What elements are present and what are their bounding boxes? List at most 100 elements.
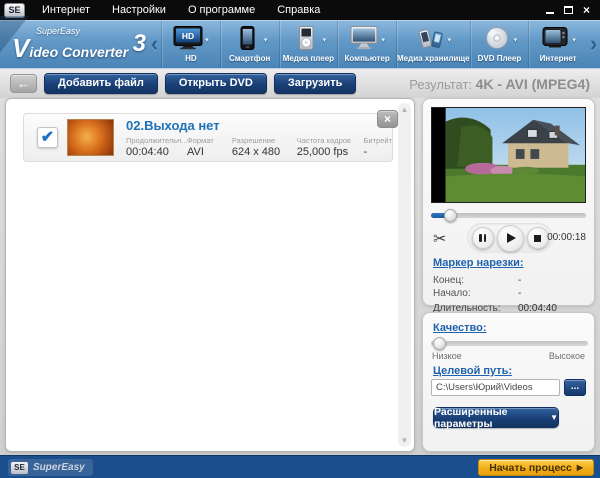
- stop-icon: [534, 234, 541, 242]
- target-path-link[interactable]: Целевой путь:: [433, 365, 512, 377]
- back-button[interactable]: ←: [10, 74, 37, 93]
- playback-controls: ✂ 00:00:18: [431, 223, 586, 253]
- seek-slider[interactable]: [431, 209, 586, 222]
- quality-high-label: Высокое: [548, 351, 585, 361]
- pause-button[interactable]: [471, 227, 494, 249]
- toolbar-item-media-player[interactable]: ▾ Медиа плеер: [278, 20, 338, 68]
- toolbar-item-dvd-player[interactable]: ▾ DVD Плеер: [469, 20, 529, 68]
- toolbar-label: Интернет: [539, 54, 577, 63]
- quality-track[interactable]: [431, 341, 588, 346]
- scissors-icon[interactable]: ✂: [433, 229, 446, 249]
- toolbar-item-computer[interactable]: ▾ Компьютер: [337, 20, 396, 68]
- file-row[interactable]: ✔ 02.Выхода нет Продолжительн... 00:04:4…: [23, 110, 398, 162]
- meta-framerate-value: 25,000 fps: [296, 145, 349, 158]
- device-toolbar: SuperEasy Video Converter 3 ‹ HD ▾ HD ▾ …: [0, 20, 600, 68]
- toolbar-items: HD ▾ HD ▾ Смартфон ▾ Медиа плеер ▾ Компь…: [161, 20, 587, 68]
- dropdown-icon: ▼: [550, 413, 558, 422]
- meta-format-label: Формат: [187, 135, 214, 145]
- close-button[interactable]: ×: [583, 4, 590, 16]
- toolbar-item-internet[interactable]: ▾ Интернет: [528, 20, 587, 68]
- menu-about[interactable]: О программе: [177, 4, 266, 16]
- result-label: Результат:: [409, 76, 473, 92]
- toolbar-scroll-left[interactable]: ‹: [148, 22, 161, 66]
- internet-tv-icon: [540, 26, 570, 55]
- toolbar-item-hd[interactable]: HD ▾ HD: [161, 20, 220, 68]
- meta-resolution-value: 624 x 480: [231, 145, 281, 158]
- media-storage-icon: [416, 26, 446, 55]
- file-thumbnail: [67, 119, 114, 156]
- add-file-button[interactable]: Добавить файл: [44, 73, 158, 94]
- file-meta: Продолжительн... 00:04:40 Формат AVI Раз…: [126, 136, 392, 158]
- footer-bar: SE SuperEasy Начать процесс ▶: [0, 455, 600, 478]
- meta-format-value: AVI: [187, 145, 204, 158]
- marker-start-row: Начало: -: [433, 288, 584, 299]
- download-button[interactable]: Загрузить: [273, 73, 357, 94]
- play-button[interactable]: [496, 224, 524, 252]
- remove-file-button[interactable]: ×: [377, 110, 398, 128]
- computer-icon: [349, 25, 379, 55]
- footer-brand-name: SuperEasy: [33, 462, 85, 473]
- open-dvd-button[interactable]: Открыть DVD: [164, 73, 267, 94]
- toolbar-label: Медиа хранилище: [397, 54, 470, 63]
- scroll-down-icon[interactable]: ▼: [398, 436, 411, 445]
- dropdown-caret-icon: ▾: [205, 37, 209, 44]
- logo-version: 3: [132, 30, 146, 57]
- meta-duration-label: Продолжительн...: [126, 135, 187, 145]
- quality-labels: Низкое Высокое: [432, 351, 585, 361]
- maximize-button[interactable]: [563, 6, 573, 14]
- stop-button[interactable]: [526, 227, 549, 249]
- file-info: 02.Выхода нет Продолжительн... 00:04:40 …: [126, 118, 392, 158]
- transport-pill: [467, 223, 553, 253]
- toolbar-item-smartphone[interactable]: ▾ Смартфон: [219, 20, 279, 68]
- window-controls: ×: [545, 4, 600, 16]
- app-logo: SuperEasy Video Converter 3: [0, 20, 148, 68]
- menubar: SE Интернет Настройки О программе Справк…: [0, 0, 600, 20]
- quality-slider[interactable]: [431, 337, 588, 350]
- marker-end-row: Конец: -: [433, 275, 584, 286]
- toolbar-item-media-storage[interactable]: ▾ Медиа хранилище: [396, 20, 470, 68]
- advanced-params-button[interactable]: Расширенные параметры ▼: [433, 405, 559, 430]
- browse-button[interactable]: ...: [564, 379, 586, 396]
- marker-end-value: -: [518, 275, 522, 286]
- marker-start-label: Начало:: [433, 288, 471, 299]
- scroll-up-icon[interactable]: ▲: [398, 105, 411, 114]
- result-format: Результат: 4K - AVI (MPEG4): [409, 76, 600, 92]
- seek-thumb[interactable]: [444, 209, 457, 222]
- meta-framerate-label: Частота кадров: [296, 135, 351, 145]
- toolbar-label: Смартфон: [228, 54, 271, 63]
- toolbar-label: HD: [185, 54, 197, 63]
- marker-end-label: Конец:: [433, 275, 464, 286]
- video-preview: [431, 107, 586, 203]
- dropdown-caret-icon: ▾: [513, 37, 518, 44]
- current-time: 00:00:18: [547, 232, 586, 243]
- dvd-disc-icon: [482, 26, 512, 55]
- play-icon: [506, 233, 516, 243]
- logo-product: Video Converter: [12, 33, 129, 63]
- menu-settings[interactable]: Настройки: [101, 4, 177, 16]
- menu-help[interactable]: Справка: [266, 4, 331, 16]
- trim-marker-link[interactable]: Маркер нарезки:: [433, 257, 524, 269]
- start-process-button[interactable]: Начать процесс ▶: [478, 459, 594, 476]
- meta-resolution-label: Разрешение: [231, 135, 276, 145]
- quality-low-label: Низкое: [432, 351, 462, 361]
- start-process-label: Начать процесс: [489, 461, 572, 474]
- start-arrow-icon: ▶: [576, 463, 583, 472]
- dropdown-caret-icon: ▾: [572, 37, 576, 44]
- smartphone-icon: [232, 25, 262, 55]
- output-card: Качество: Низкое Высокое Целевой путь: .…: [422, 312, 595, 452]
- dropdown-caret-icon: ▾: [447, 37, 452, 44]
- se-logo-icon: SE: [11, 461, 28, 474]
- toolbar-label: Компьютер: [344, 54, 390, 63]
- file-list-panel: ✔ 02.Выхода нет Продолжительн... 00:04:4…: [5, 98, 415, 452]
- list-scrollbar[interactable]: ▲ ▼: [398, 103, 411, 447]
- minimize-button[interactable]: [545, 6, 554, 14]
- result-value: 4K - AVI (MPEG4): [475, 75, 590, 92]
- advanced-params-label: Расширенные параметры: [434, 405, 508, 430]
- file-checkbox[interactable]: ✔: [37, 127, 58, 148]
- quality-link[interactable]: Качество:: [433, 322, 487, 334]
- menu-internet[interactable]: Интернет: [31, 4, 101, 16]
- quality-thumb[interactable]: [433, 337, 446, 350]
- toolbar-scroll-right[interactable]: ›: [587, 22, 600, 66]
- target-path-input[interactable]: [431, 379, 560, 396]
- meta-bitrate-label: Битрейт: [363, 135, 393, 145]
